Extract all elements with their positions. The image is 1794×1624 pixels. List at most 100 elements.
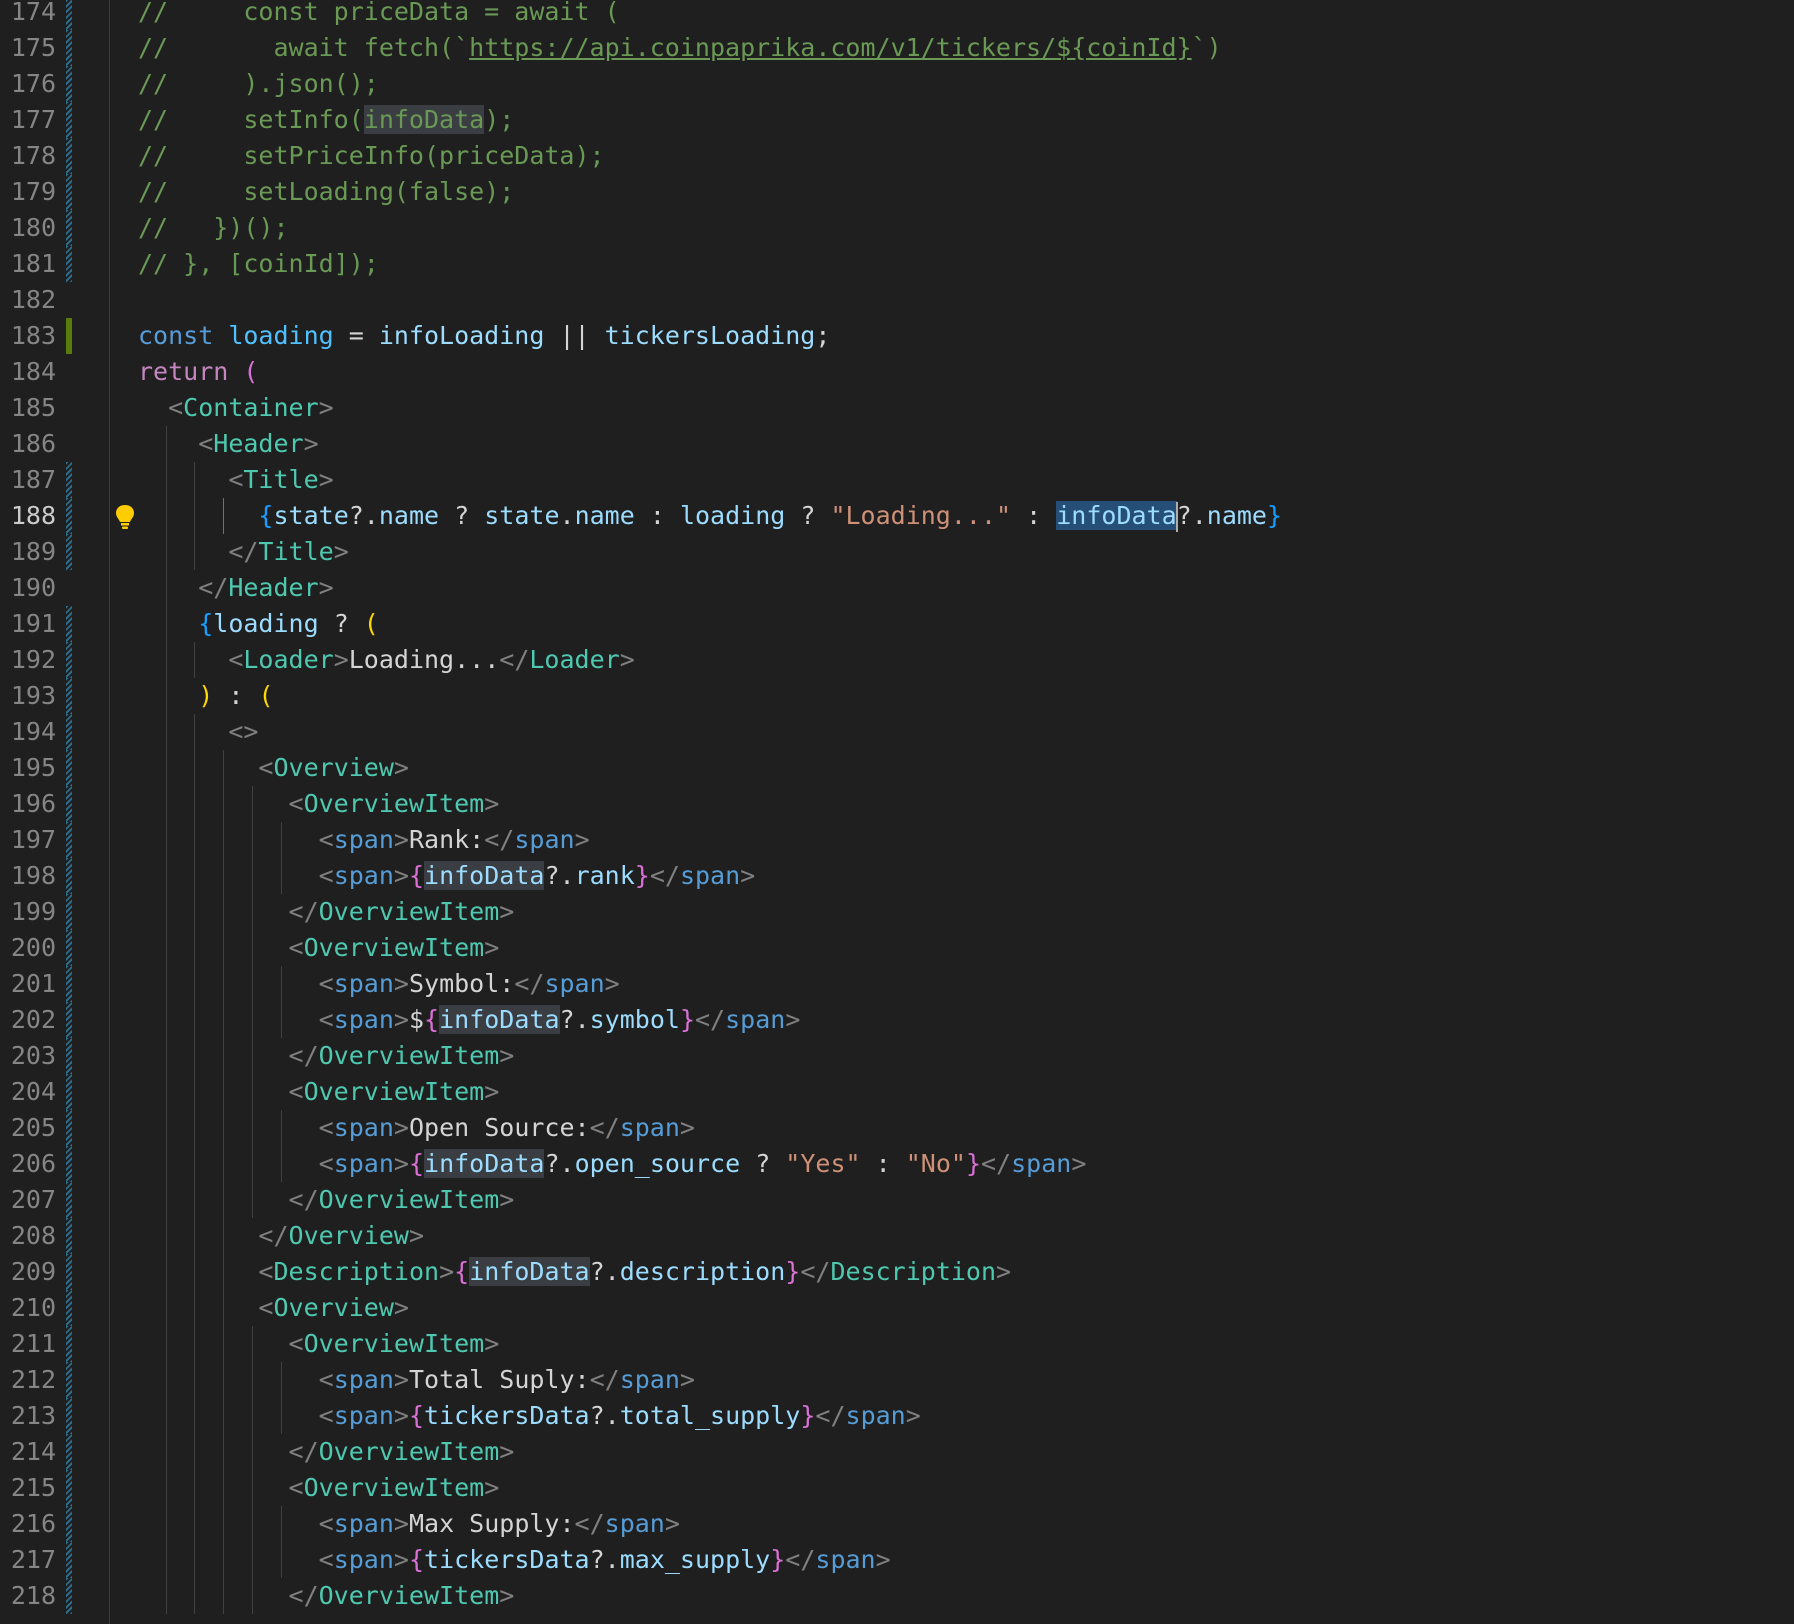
gutter-modified-marker[interactable]	[66, 1542, 72, 1578]
code-text[interactable]: <Loader>Loading...</Loader>	[138, 642, 634, 678]
code-text[interactable]: <span>Rank:</span>	[138, 822, 590, 858]
code-line[interactable]: 191 {loading ? (	[0, 606, 1794, 642]
code-line[interactable]: 203 </OverviewItem>	[0, 1038, 1794, 1074]
code-text[interactable]: </OverviewItem>	[138, 1434, 515, 1470]
code-line[interactable]: 190 </Header>	[0, 570, 1794, 606]
code-text[interactable]: <OverviewItem>	[138, 786, 500, 822]
code-line[interactable]: 206 <span>{infoData?.open_source ? "Yes"…	[0, 1146, 1794, 1182]
code-line[interactable]: 188 {state?.name ? state.name : loading …	[0, 498, 1794, 534]
code-text[interactable]: <Title>	[138, 462, 333, 498]
code-line[interactable]: 210 <Overview>	[0, 1290, 1794, 1326]
code-text[interactable]: <OverviewItem>	[138, 1470, 500, 1506]
gutter-modified-marker[interactable]	[66, 750, 72, 786]
code-line[interactable]: 183 const loading = infoLoading || ticker…	[0, 318, 1794, 354]
gutter-modified-marker[interactable]	[66, 1218, 72, 1254]
gutter-modified-marker[interactable]	[66, 1470, 72, 1506]
code-line[interactable]: 178 // setPriceInfo(priceData);	[0, 138, 1794, 174]
code-line[interactable]: 187 <Title>	[0, 462, 1794, 498]
code-text[interactable]: <span>{infoData?.open_source ? "Yes" : "…	[138, 1146, 1086, 1182]
code-line[interactable]: 177 // setInfo(infoData);	[0, 102, 1794, 138]
gutter-modified-marker[interactable]	[66, 642, 72, 678]
code-text[interactable]: {loading ? (	[138, 606, 379, 642]
code-line[interactable]: 198 <span>{infoData?.rank}</span>	[0, 858, 1794, 894]
code-line[interactable]: 213 <span>{tickersData?.total_supply}</s…	[0, 1398, 1794, 1434]
gutter-modified-marker[interactable]	[66, 1326, 72, 1362]
code-line[interactable]: 217 <span>{tickersData?.max_supply}</spa…	[0, 1542, 1794, 1578]
gutter-modified-marker[interactable]	[66, 1362, 72, 1398]
gutter-modified-marker[interactable]	[66, 498, 72, 534]
code-line[interactable]: 195 <Overview>	[0, 750, 1794, 786]
code-line[interactable]: 180 // })();	[0, 210, 1794, 246]
gutter-modified-marker[interactable]	[66, 894, 72, 930]
gutter-modified-marker[interactable]	[66, 0, 72, 30]
code-line[interactable]: 199 </OverviewItem>	[0, 894, 1794, 930]
code-line[interactable]: 201 <span>Symbol:</span>	[0, 966, 1794, 1002]
code-line[interactable]: 181 // }, [coinId]);	[0, 246, 1794, 282]
gutter-modified-marker[interactable]	[66, 1398, 72, 1434]
code-text[interactable]: <span>${infoData?.symbol}</span>	[138, 1002, 800, 1038]
code-line[interactable]: 200 <OverviewItem>	[0, 930, 1794, 966]
code-line[interactable]: 186 <Header>	[0, 426, 1794, 462]
gutter-modified-marker[interactable]	[66, 966, 72, 1002]
code-line[interactable]: 185 <Container>	[0, 390, 1794, 426]
gutter-modified-marker[interactable]	[66, 246, 72, 282]
code-text[interactable]: <span>{tickersData?.max_supply}</span>	[138, 1542, 891, 1578]
code-line[interactable]: 192 <Loader>Loading...</Loader>	[0, 642, 1794, 678]
code-text[interactable]: ) : (	[138, 678, 273, 714]
code-line[interactable]: 214 </OverviewItem>	[0, 1434, 1794, 1470]
code-text[interactable]: // await fetch(`https://api.coinpaprika.…	[138, 30, 1222, 66]
gutter-modified-marker[interactable]	[66, 1254, 72, 1290]
code-line[interactable]: 212 <span>Total Suply:</span>	[0, 1362, 1794, 1398]
gutter-modified-marker[interactable]	[66, 714, 72, 750]
gutter-modified-marker[interactable]	[66, 462, 72, 498]
code-text[interactable]: <Overview>	[138, 750, 409, 786]
code-line[interactable]: 176 // ).json();	[0, 66, 1794, 102]
gutter-added-marker[interactable]	[66, 318, 72, 354]
code-text[interactable]: </OverviewItem>	[138, 894, 515, 930]
code-text[interactable]: </OverviewItem>	[138, 1038, 515, 1074]
code-line[interactable]: 209 <Description>{infoData?.description}…	[0, 1254, 1794, 1290]
gutter-modified-marker[interactable]	[66, 858, 72, 894]
gutter-modified-marker[interactable]	[66, 1434, 72, 1470]
code-text[interactable]: </OverviewItem>	[138, 1578, 515, 1614]
code-text[interactable]: </Title>	[138, 534, 348, 570]
code-text[interactable]: const loading = infoLoading || tickersLo…	[138, 318, 830, 354]
gutter-modified-marker[interactable]	[66, 1038, 72, 1074]
code-text[interactable]: <span>Symbol:</span>	[138, 966, 620, 1002]
code-line[interactable]: 179 // setLoading(false);	[0, 174, 1794, 210]
code-text[interactable]: {state?.name ? state.name : loading ? "L…	[138, 498, 1282, 534]
code-text[interactable]: // setPriceInfo(priceData);	[138, 138, 605, 174]
code-text[interactable]: <>	[138, 714, 258, 750]
code-line[interactable]: 202 <span>${infoData?.symbol}</span>	[0, 1002, 1794, 1038]
gutter-modified-marker[interactable]	[66, 786, 72, 822]
code-text[interactable]: <Header>	[138, 426, 318, 462]
code-text[interactable]: <Container>	[138, 390, 334, 426]
code-line[interactable]: 193 ) : (	[0, 678, 1794, 714]
code-text[interactable]: <Overview>	[138, 1290, 409, 1326]
gutter-modified-marker[interactable]	[66, 1002, 72, 1038]
code-text[interactable]: <OverviewItem>	[138, 1326, 500, 1362]
gutter-modified-marker[interactable]	[66, 1146, 72, 1182]
code-text[interactable]: <span>{tickersData?.total_supply}</span>	[138, 1398, 921, 1434]
code-text[interactable]: <Description>{infoData?.description}</De…	[138, 1254, 1011, 1290]
gutter-modified-marker[interactable]	[66, 822, 72, 858]
gutter-modified-marker[interactable]	[66, 1578, 72, 1614]
code-text[interactable]: // ).json();	[138, 66, 379, 102]
gutter-modified-marker[interactable]	[66, 66, 72, 102]
gutter-modified-marker[interactable]	[66, 1506, 72, 1542]
code-line[interactable]: 204 <OverviewItem>	[0, 1074, 1794, 1110]
code-text[interactable]: </Overview>	[138, 1218, 424, 1254]
code-line[interactable]: 216 <span>Max Supply:</span>	[0, 1506, 1794, 1542]
code-text[interactable]: <span>Total Suply:</span>	[138, 1362, 695, 1398]
code-text[interactable]: // setLoading(false);	[138, 174, 514, 210]
gutter-modified-marker[interactable]	[66, 102, 72, 138]
code-editor[interactable]: 174 // const priceData = await (175 // awa…	[0, 0, 1794, 1624]
code-text[interactable]: // const priceData = await (	[138, 0, 620, 30]
code-line[interactable]: 208 </Overview>	[0, 1218, 1794, 1254]
code-text[interactable]: <span>Max Supply:</span>	[138, 1506, 680, 1542]
code-line[interactable]: 189 </Title>	[0, 534, 1794, 570]
gutter-modified-marker[interactable]	[66, 138, 72, 174]
code-text[interactable]: // })();	[138, 210, 289, 246]
code-text[interactable]: <span>{infoData?.rank}</span>	[138, 858, 755, 894]
code-line[interactable]: 184 return (	[0, 354, 1794, 390]
